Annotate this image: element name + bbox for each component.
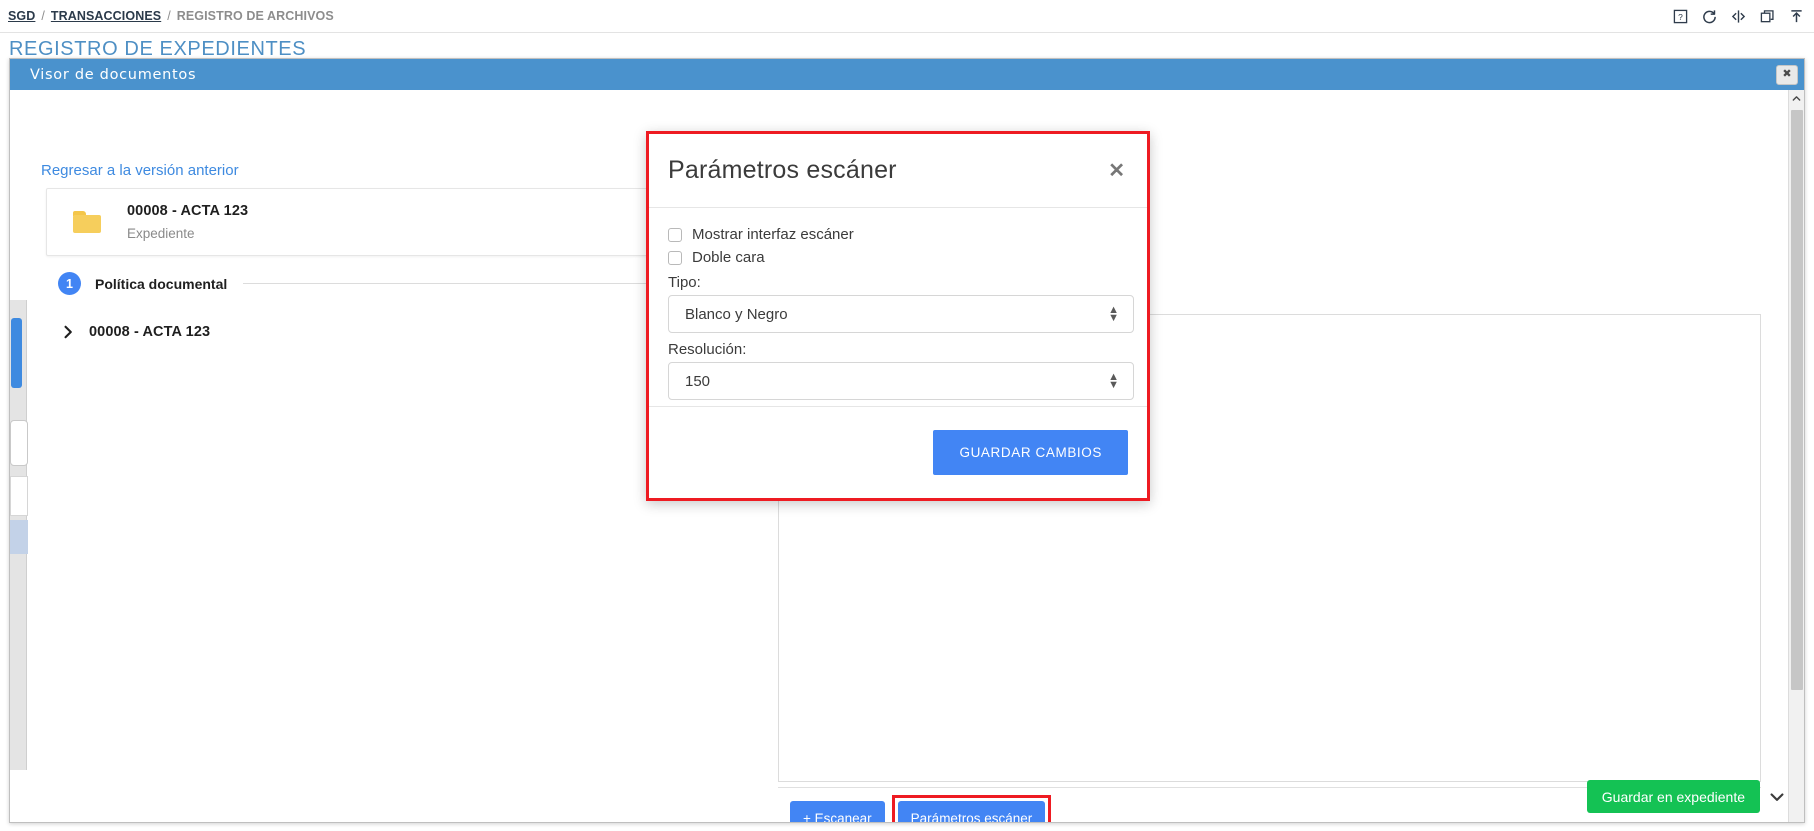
stepper-connector bbox=[243, 283, 679, 284]
breadcrumb-item-sgd[interactable]: SGD bbox=[8, 9, 35, 23]
scanner-params-button[interactable]: Parámetros escáner bbox=[897, 800, 1046, 822]
stepper: 1 Política documental 2 bbox=[58, 272, 718, 295]
dialog-close-icon[interactable]: ✕ bbox=[1108, 161, 1125, 181]
scan-button[interactable]: + Escanear bbox=[790, 800, 885, 822]
viewer-title: Visor de documentos bbox=[30, 66, 197, 83]
save-to-expediente-button[interactable]: Guardar en expediente bbox=[1586, 780, 1760, 813]
chevron-right-icon[interactable] bbox=[60, 324, 76, 340]
document-card-subtitle: Expediente bbox=[127, 226, 195, 241]
app-root: SGD / TRANSACCIONES / REGISTRO DE ARCHIV… bbox=[0, 0, 1814, 831]
double-sided-row[interactable]: Doble cara bbox=[668, 249, 1125, 266]
windows-icon[interactable] bbox=[1760, 9, 1775, 24]
scanner-params-dialog: Parámetros escáner ✕ Mostrar interfaz es… bbox=[646, 131, 1150, 501]
stepper-step-1-label: Política documental bbox=[95, 275, 228, 292]
document-card-title: 00008 - ACTA 123 bbox=[127, 203, 249, 219]
save-changes-button[interactable]: GUARDAR CAMBIOS bbox=[933, 430, 1128, 475]
top-icon-group: ? bbox=[1673, 0, 1804, 33]
select-arrows-icon: ▲ ▼ bbox=[1108, 304, 1119, 324]
collapse-horizontal-icon[interactable] bbox=[1731, 9, 1746, 24]
refresh-icon[interactable] bbox=[1702, 9, 1717, 24]
scrollbar-thumb[interactable] bbox=[1791, 110, 1803, 690]
viewer-close-button[interactable]: ✖ bbox=[1776, 64, 1798, 85]
pin-up-icon[interactable] bbox=[1789, 9, 1804, 24]
svg-text:?: ? bbox=[1678, 12, 1683, 22]
breadcrumb-item-transacciones[interactable]: TRANSACCIONES bbox=[51, 9, 161, 23]
resolucion-select[interactable]: 150 ▲ ▼ bbox=[668, 362, 1134, 400]
tipo-select-value: Blanco y Negro bbox=[685, 305, 788, 323]
tree-item-expediente[interactable]: 00008 - ACTA 123 bbox=[60, 324, 210, 340]
back-to-previous-version-link[interactable]: Regresar a la versión anterior bbox=[41, 162, 239, 179]
folder-icon bbox=[73, 211, 101, 233]
dialog-body: Mostrar interfaz escáner Doble cara Tipo… bbox=[649, 208, 1147, 400]
viewer-scrollbar[interactable] bbox=[1788, 90, 1804, 822]
scanner-params-highlight: Parámetros escáner bbox=[891, 794, 1051, 822]
scrollbar-up-arrow[interactable] bbox=[1789, 90, 1804, 107]
breadcrumb-item-registro-de-archivos: REGISTRO DE ARCHIVOS bbox=[176, 9, 334, 23]
help-icon[interactable]: ? bbox=[1673, 9, 1688, 24]
dialog-header: Parámetros escáner ✕ bbox=[649, 134, 1147, 208]
select-arrows-icon: ▲ ▼ bbox=[1108, 371, 1119, 391]
resolucion-select-value: 150 bbox=[685, 372, 711, 390]
document-card-texts: 00008 - ACTA 123 Expediente bbox=[127, 203, 248, 241]
viewer-title-bar: Visor de documentos ✖ bbox=[10, 59, 1804, 90]
breadcrumb: SGD / TRANSACCIONES / REGISTRO DE ARCHIV… bbox=[0, 9, 334, 23]
chevron-down-icon[interactable] bbox=[1768, 788, 1786, 806]
breadcrumb-separator: / bbox=[41, 9, 45, 23]
tipo-label: Tipo: bbox=[668, 274, 701, 291]
stepper-step-1-badge: 1 bbox=[58, 272, 81, 295]
save-bar: Guardar en expediente bbox=[1586, 780, 1786, 813]
resolucion-label: Resolución: bbox=[668, 341, 747, 358]
show-scanner-interface-checkbox[interactable] bbox=[668, 227, 682, 242]
dialog-title: Parámetros escáner bbox=[668, 156, 897, 184]
tipo-select[interactable]: Blanco y Negro ▲ ▼ bbox=[668, 295, 1134, 333]
dialog-footer: GUARDAR CAMBIOS bbox=[649, 406, 1147, 498]
double-sided-label: Doble cara bbox=[692, 249, 765, 266]
double-sided-checkbox[interactable] bbox=[668, 250, 682, 265]
show-scanner-interface-label: Mostrar interfaz escáner bbox=[692, 226, 854, 243]
stepper-step-1[interactable]: 1 Política documental bbox=[58, 272, 227, 295]
show-scanner-interface-row[interactable]: Mostrar interfaz escáner bbox=[668, 226, 1125, 243]
breadcrumb-bar: SGD / TRANSACCIONES / REGISTRO DE ARCHIV… bbox=[0, 0, 1814, 33]
tree-item-label: 00008 - ACTA 123 bbox=[89, 324, 211, 340]
breadcrumb-separator: / bbox=[167, 9, 171, 23]
